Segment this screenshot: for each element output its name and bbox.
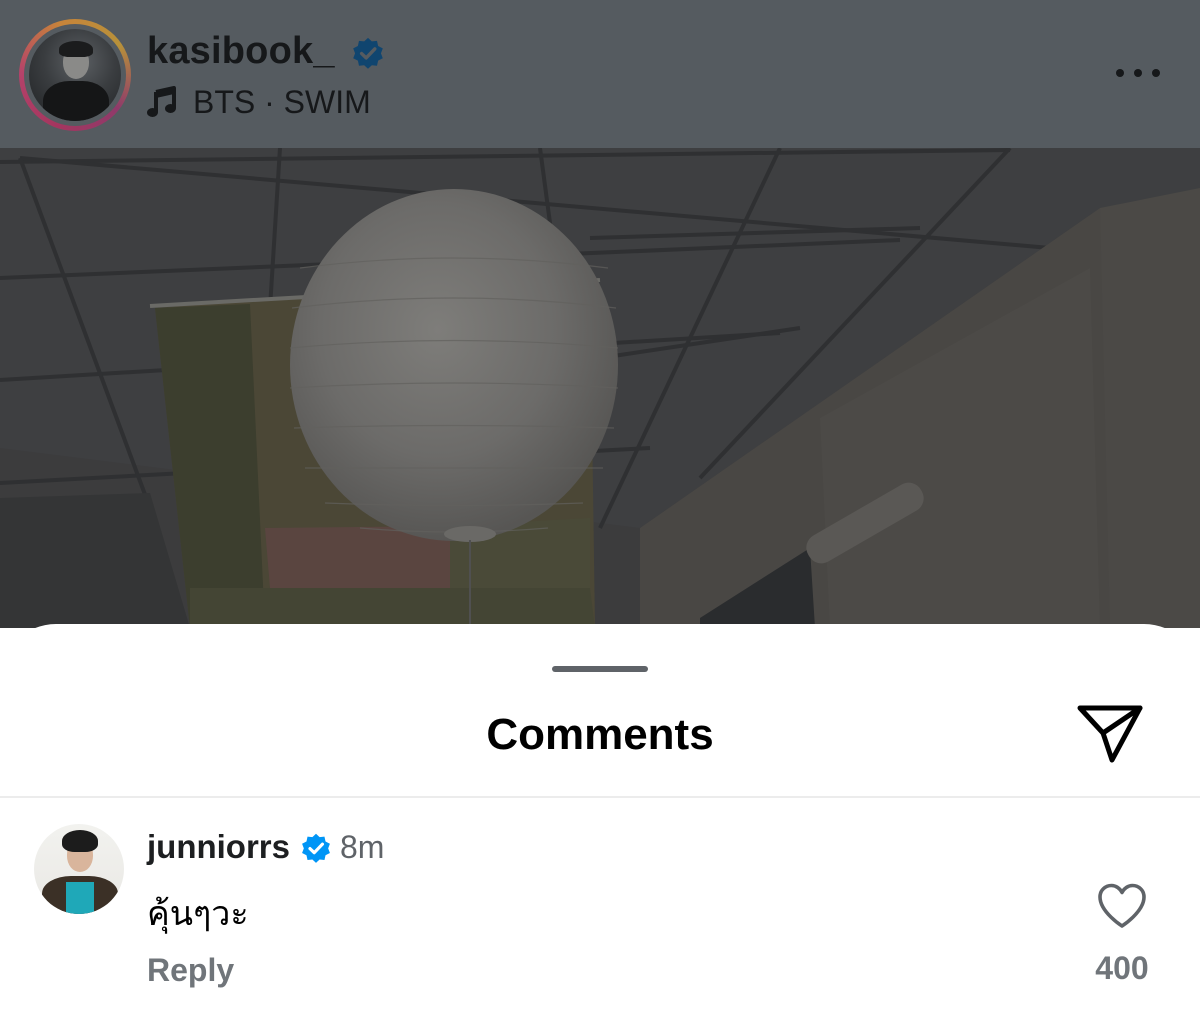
commenter-avatar[interactable] bbox=[34, 824, 124, 914]
story-avatar[interactable] bbox=[19, 19, 131, 131]
heart-outline-icon[interactable] bbox=[1096, 882, 1148, 930]
music-note-icon bbox=[147, 86, 176, 117]
divider bbox=[0, 796, 1200, 798]
verified-badge-icon bbox=[353, 37, 383, 69]
reply-button[interactable]: Reply bbox=[147, 952, 234, 989]
music-text: BTS · SWIM bbox=[193, 83, 371, 120]
comment-timestamp: 8m bbox=[340, 829, 385, 865]
comments-sheet: Comments junniorrs 8m คุ้นๆวะ Reply 400 bbox=[0, 624, 1200, 1017]
drag-handle[interactable] bbox=[552, 666, 648, 672]
sheet-title: Comments bbox=[486, 710, 714, 759]
comment-text: คุ้นๆวะ bbox=[147, 895, 249, 933]
profile-photo bbox=[29, 29, 121, 121]
story-header: kasibook_ BTS · SWIM bbox=[0, 0, 1200, 148]
commenter-username[interactable]: junniorrs bbox=[147, 828, 290, 866]
send-icon[interactable] bbox=[1076, 702, 1144, 766]
story-photo bbox=[0, 148, 1200, 628]
like-count: 400 bbox=[1095, 950, 1149, 986]
story-comments-screen: kasibook_ BTS · SWIM Comments junniorrs … bbox=[0, 0, 1200, 1017]
music-attribution[interactable]: BTS · SWIM bbox=[147, 82, 371, 122]
more-options-icon[interactable] bbox=[1110, 58, 1166, 88]
room-scene-image bbox=[0, 148, 1200, 628]
verified-badge-icon bbox=[302, 833, 330, 863]
story-username[interactable]: kasibook_ bbox=[147, 30, 335, 73]
